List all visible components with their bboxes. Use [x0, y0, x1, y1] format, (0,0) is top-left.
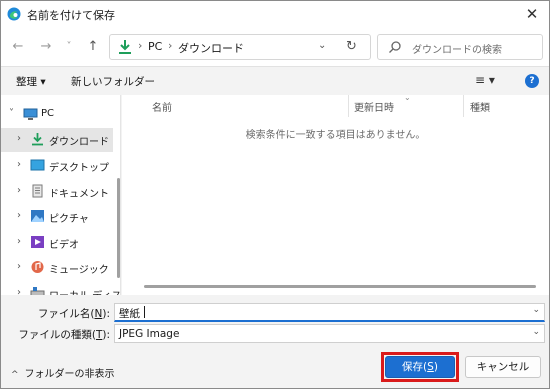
desktop-icon	[30, 159, 45, 171]
navigation-pane: ˅ PC › ダウンロード › デスクトップ › ドキュメント › ピクチャ ›…	[1, 95, 121, 295]
chevron-up-icon: ^	[11, 370, 19, 380]
filename-input[interactable]: 壁紙 ⌄	[114, 303, 545, 322]
cancel-button[interactable]: キャンセル	[465, 356, 541, 378]
sidebar-item-desktop[interactable]: › デスクトップ	[1, 154, 113, 178]
filename-label-end: ):	[102, 308, 110, 320]
navigation-bar: ← → ˅ ↑ › PC › ダウンロード ⌄ ↻ ダウンロードの検索	[1, 27, 549, 67]
filetype-label: ファイルの種類(T):	[18, 327, 110, 342]
filetype-value: JPEG Image	[119, 328, 180, 340]
disk-icon	[30, 287, 45, 295]
breadcrumb-separator: ›	[138, 39, 143, 52]
column-header-modified[interactable]: 更新日時	[354, 99, 394, 114]
video-icon	[31, 236, 44, 248]
filename-value: 壁紙	[119, 308, 140, 320]
column-header-name[interactable]: 名前	[152, 99, 172, 114]
chevron-right-icon[interactable]: ›	[17, 159, 21, 170]
breadcrumb-pc[interactable]: PC	[148, 40, 162, 53]
sort-chevron-icon: ⌄	[404, 93, 411, 102]
sidebar-item-music[interactable]: › ミュージック	[1, 256, 113, 280]
chevron-down-icon[interactable]: ⌄	[532, 305, 540, 315]
picture-icon	[31, 210, 44, 222]
pc-icon	[23, 108, 38, 120]
back-button[interactable]: ←	[9, 38, 27, 56]
forward-button[interactable]: →	[37, 38, 55, 56]
chevron-down-icon[interactable]: ⌄	[532, 327, 540, 337]
chevron-right-icon[interactable]: ›	[17, 287, 21, 295]
search-icon	[389, 41, 401, 53]
breadcrumb-downloads[interactable]: ダウンロード	[178, 40, 244, 56]
search-input[interactable]: ダウンロードの検索	[377, 34, 543, 60]
save-label-end: )	[433, 361, 438, 373]
sidebar-item-label: ビデオ	[49, 240, 79, 251]
filename-label: ファイル名(N):	[38, 306, 110, 321]
sidebar-item-label: ローカル ディスク (C:)	[49, 287, 120, 295]
chevron-right-icon[interactable]: ›	[17, 185, 21, 196]
help-icon[interactable]: ?	[525, 74, 539, 88]
file-list-pane: 名前 更新日時 ⌄ 種類 検索条件に一致する項目はありません。	[122, 93, 549, 295]
sidebar-item-label: ミュージック	[49, 265, 109, 276]
sidebar-item-pc[interactable]: ˅ PC	[1, 103, 113, 127]
sidebar-item-downloads[interactable]: › ダウンロード	[1, 128, 113, 152]
title-bar: 名前を付けて保存 ✕	[1, 1, 549, 27]
filename-label-text: ファイル名(	[37, 308, 95, 320]
text-cursor	[144, 306, 145, 318]
new-folder-button[interactable]: 新しいフォルダー	[71, 74, 155, 89]
sidebar-scrollbar[interactable]	[117, 178, 120, 278]
sidebar-item-documents[interactable]: › ドキュメント	[1, 180, 113, 204]
column-header-type[interactable]: 種類	[470, 99, 490, 114]
address-bar[interactable]: › PC › ダウンロード ⌄ ↻	[109, 34, 371, 60]
edge-app-icon	[7, 7, 21, 21]
horizontal-scrollbar[interactable]	[144, 285, 536, 288]
save-label-key: S	[427, 361, 434, 373]
chevron-right-icon[interactable]: ›	[17, 133, 21, 144]
save-as-dialog: 名前を付けて保存 ✕ ← → ˅ ↑ › PC › ダウンロード ⌄ ↻ ダウン…	[0, 0, 550, 389]
filetype-label-text: ファイルの種類(	[18, 329, 96, 341]
filetype-label-end: ):	[102, 329, 110, 341]
column-divider[interactable]	[348, 95, 349, 117]
download-icon	[119, 40, 131, 54]
sidebar-item-label: デスクトップ	[49, 163, 109, 174]
sidebar-item-label: ダウンロード	[49, 137, 109, 148]
recent-locations-button[interactable]: ˅	[60, 38, 78, 56]
save-button[interactable]: 保存(S)	[385, 356, 455, 378]
chevron-right-icon[interactable]: ›	[17, 261, 21, 272]
save-label: 保存(	[402, 361, 428, 373]
breadcrumb-separator: ›	[168, 39, 173, 52]
filetype-select[interactable]: JPEG Image ⌄	[114, 324, 545, 343]
view-options-button[interactable]: ≡ ▾	[475, 73, 495, 87]
search-placeholder: ダウンロードの検索	[412, 45, 502, 56]
command-bar: 整理 ▾ 新しいフォルダー ≡ ▾ ?	[1, 68, 549, 94]
sidebar-item-label: PC	[41, 108, 55, 119]
chevron-down-icon[interactable]: ⌄	[318, 40, 326, 51]
sidebar-item-pictures[interactable]: › ピクチャ	[1, 205, 113, 229]
music-icon	[31, 261, 44, 273]
close-button[interactable]: ✕	[521, 3, 543, 25]
organize-button[interactable]: 整理 ▾	[16, 74, 46, 89]
hide-folders-button[interactable]: ^ フォルダーの非表示	[11, 365, 115, 380]
sidebar-item-label: ピクチャ	[49, 214, 89, 225]
window-title: 名前を付けて保存	[27, 9, 115, 22]
sidebar-item-local-disk[interactable]: › ローカル ディスク (C:)	[1, 282, 120, 295]
empty-results-message: 検索条件に一致する項目はありません。	[245, 130, 426, 141]
refresh-icon[interactable]: ↻	[346, 39, 357, 54]
sidebar-item-videos[interactable]: › ビデオ	[1, 231, 113, 255]
column-divider[interactable]	[463, 95, 464, 117]
chevron-right-icon[interactable]: ›	[17, 210, 21, 221]
chevron-down-icon[interactable]: ˅	[9, 108, 14, 119]
hide-folders-label: フォルダーの非表示	[24, 369, 115, 380]
up-button[interactable]: ↑	[84, 38, 102, 56]
chevron-right-icon[interactable]: ›	[17, 236, 21, 247]
sidebar-item-label: ドキュメント	[49, 189, 109, 200]
document-icon	[32, 184, 43, 198]
download-icon	[32, 133, 43, 146]
